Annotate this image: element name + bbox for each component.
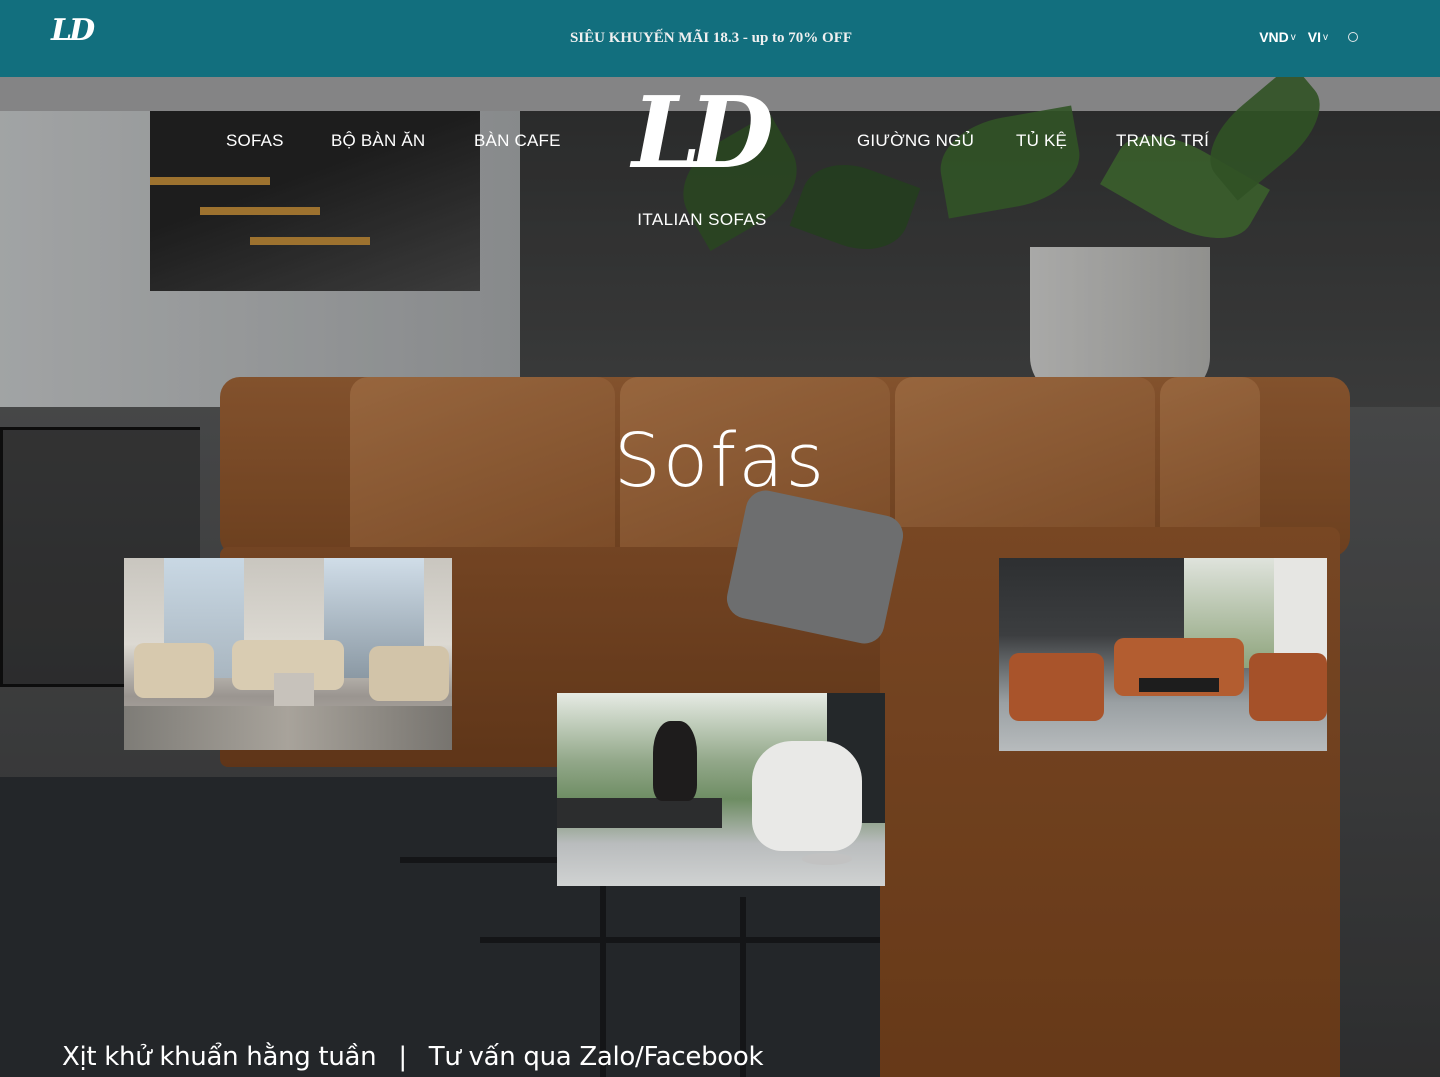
page-title: Sofas (613, 418, 827, 504)
header-tools: VND v VI v (1259, 29, 1358, 45)
featured-image-beige-sofa[interactable] (124, 558, 452, 750)
nav-sofas[interactable]: SOFAS (226, 130, 283, 151)
chevron-down-icon: v (1323, 31, 1328, 43)
announcement-bar: LD SIÊU KHUYẾN MÃI 18.3 - up to 70% OFF … (0, 0, 1440, 77)
language-selector[interactable]: VI v (1308, 29, 1328, 45)
link-separator: | (398, 1042, 407, 1072)
link-weekly-sanitizing[interactable]: Xịt khử khuẩn hằng tuần (62, 1042, 377, 1072)
search-icon[interactable] (1348, 32, 1358, 42)
featured-image-white-armchair[interactable] (557, 693, 885, 886)
promo-banner-text[interactable]: SIÊU KHUYẾN MÃI 18.3 - up to 70% OFF (0, 30, 1440, 47)
currency-selector[interactable]: VND v (1259, 29, 1296, 45)
chevron-down-icon: v (1290, 31, 1296, 43)
nav-dining-sets[interactable]: BỘ BÀN ĂN (331, 130, 425, 151)
nav-cabinets[interactable]: TỦ KỆ (1016, 130, 1067, 151)
service-links: Xịt khử khuẩn hằng tuần | Tư vấn qua Zal… (62, 1042, 764, 1072)
brand-mark: LD (632, 76, 774, 191)
nav-decor[interactable]: TRANG TRÍ (1116, 130, 1209, 151)
nav-beds[interactable]: GIƯỜNG NGỦ (857, 130, 974, 151)
brand-logo[interactable]: LD (632, 85, 774, 183)
currency-value: VND (1259, 29, 1289, 45)
brand-tagline: ITALIAN SOFAS (637, 210, 767, 229)
language-value: VI (1307, 29, 1321, 45)
nav-coffee-tables[interactable]: BÀN CAFE (474, 130, 561, 151)
link-consult-zalo-facebook[interactable]: Tư vấn qua Zalo/Facebook (429, 1042, 764, 1072)
featured-image-brown-showroom[interactable] (999, 558, 1327, 751)
